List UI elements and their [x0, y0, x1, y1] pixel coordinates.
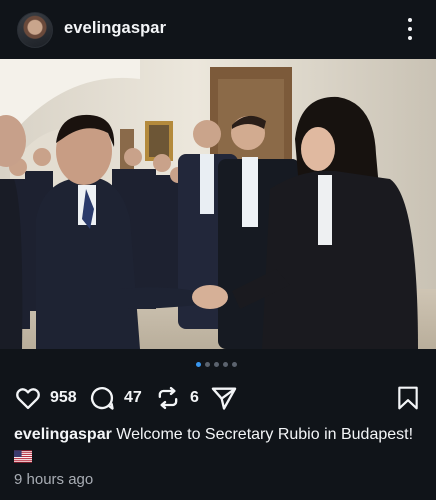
carousel-dot-active [196, 362, 201, 367]
post-caption: evelingaspar Welcome to Secretary Rubio … [14, 425, 424, 465]
avatar[interactable] [17, 12, 53, 48]
carousel-dot [214, 362, 219, 367]
caption-username[interactable]: evelingaspar [14, 426, 112, 443]
carousel-dot [232, 362, 237, 367]
heart-icon [16, 388, 40, 410]
post-timestamp: 9 hours ago [14, 471, 94, 488]
header-username[interactable]: evelingaspar [64, 19, 166, 38]
carousel-dot [205, 362, 210, 367]
send-icon [211, 387, 237, 410]
post-header: evelingaspar [0, 0, 436, 60]
like-button[interactable]: 958 [14, 382, 77, 414]
action-bar: 958 47 6 [0, 382, 436, 414]
repost-button[interactable]: 6 [154, 382, 199, 414]
us-flag-emoji: 🇺🇸 [14, 446, 32, 463]
save-button[interactable] [395, 382, 421, 414]
comment-count: 47 [124, 389, 142, 406]
carousel-indicator [196, 362, 237, 367]
comment-bubble-icon [90, 387, 114, 410]
caption-text: Welcome to Secretary Rubio in Budapest! [116, 426, 414, 443]
repost-count: 6 [190, 389, 199, 406]
post-photo[interactable] [0, 59, 436, 349]
more-options-icon[interactable] [402, 18, 418, 40]
us-flag-icon [14, 450, 32, 463]
share-button[interactable] [210, 382, 238, 414]
post-image [0, 59, 436, 349]
carousel-dot [223, 362, 228, 367]
repost-icon [158, 386, 178, 410]
bookmark-icon [398, 386, 418, 410]
like-count: 958 [50, 389, 77, 406]
comment-button[interactable]: 47 [88, 382, 142, 414]
